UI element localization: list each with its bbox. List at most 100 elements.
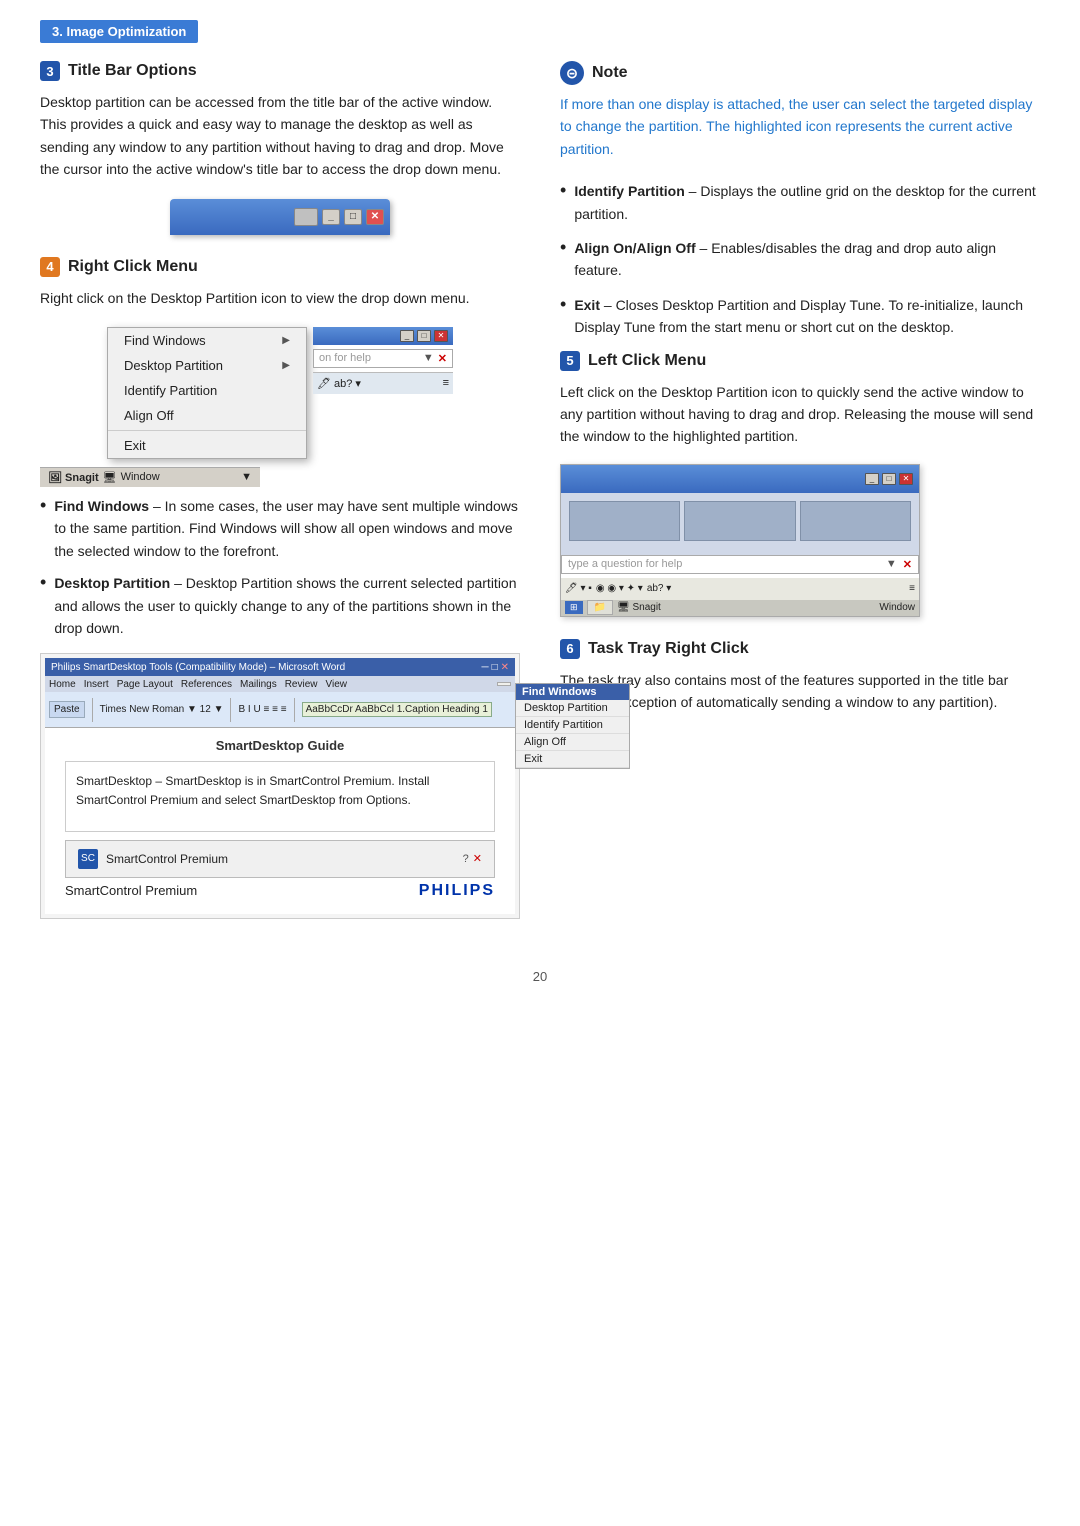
section-4-body: Right click on the Desktop Partition ico…: [40, 287, 520, 309]
section-title-5: Left Click Menu: [588, 352, 706, 370]
lc-taskbar: ⊞ 📁 🖥 Snagit Window: [561, 600, 919, 616]
tab-home[interactable]: Home: [49, 679, 76, 690]
section-num-3: 3: [40, 61, 60, 81]
section-title-6: Task Tray Right Click: [588, 640, 749, 658]
section-num-5: 5: [560, 351, 580, 371]
minimize-button[interactable]: _: [322, 209, 340, 225]
dropdown-identify[interactable]: Identify Partition: [516, 717, 629, 734]
note-bullet-identify: Identify Partition – Displays the outlin…: [560, 180, 1040, 225]
cls-icon[interactable]: ✕: [501, 662, 509, 673]
brand-row: SmartControl Premium PHILIPS: [65, 878, 495, 904]
note-title: ⊝ Note: [560, 61, 1040, 85]
tab-mailings[interactable]: Mailings: [240, 679, 277, 690]
lc-close[interactable]: ✕: [899, 473, 913, 485]
bullet-desktop-partition: Desktop Partition – Desktop Partition sh…: [40, 572, 520, 639]
left-click-preview: _ □ ✕ type a question for h: [560, 464, 1040, 617]
mini-close[interactable]: ✕: [434, 330, 448, 342]
menu-item-find-windows[interactable]: Find Windows ▶: [108, 328, 306, 353]
note-bullet-exit: Exit – Closes Desktop Partition and Disp…: [560, 294, 1040, 339]
lc-search-text: type a question for help: [568, 558, 880, 570]
toolbar-scroll-right: ≡: [909, 583, 915, 594]
smartcontrol-brand: SmartControl Premium: [65, 883, 197, 898]
find-windows-dropdown: Find Windows Desktop Partition Identify …: [515, 683, 630, 769]
smartcontrol-banner: SC SmartControl Premium ? ✕: [65, 840, 495, 878]
max-icon[interactable]: □: [492, 662, 498, 673]
toolbar-icons-left: 🖊 ▾ ▪: [565, 583, 592, 594]
smartdesktop-content: SmartDesktop – SmartDesktop is in SmartC…: [65, 761, 495, 831]
menu-item-identify-partition[interactable]: Identify Partition: [108, 378, 306, 403]
tab-references[interactable]: References: [181, 679, 232, 690]
lc-body: [561, 493, 919, 555]
note-box: ⊝ Note If more than one display is attac…: [560, 61, 1040, 160]
toolbar-scroll: ≡: [443, 377, 449, 389]
window-icon: [294, 208, 318, 226]
lc-panel-1: [569, 501, 680, 541]
note-text: If more than one display is attached, th…: [560, 93, 1040, 160]
note-icon: ⊝: [560, 61, 584, 85]
toolbar-icons-right: ab? ▾: [647, 583, 671, 594]
lc-window-frame: _ □ ✕ type a question for h: [560, 464, 920, 617]
app-title: Philips SmartDesktop Tools (Compatibilit…: [51, 662, 345, 673]
search-text: on for help: [319, 352, 419, 364]
titlebar-illustration: _ □ ✕: [40, 199, 520, 235]
section-right-click: 4 Right Click Menu Right click on the De…: [40, 257, 520, 459]
note-bullets: Identify Partition – Displays the outlin…: [560, 180, 1040, 338]
section-num-4: 4: [40, 257, 60, 277]
mini-minimize[interactable]: _: [400, 330, 414, 342]
taskbar-start[interactable]: ⊞: [565, 601, 583, 614]
context-menu-illustration: Find Windows ▶ Desktop Partition ▶ Ident…: [40, 327, 520, 459]
dropdown-align[interactable]: Align Off: [516, 734, 629, 751]
banner-close[interactable]: ✕: [473, 852, 482, 865]
min-icon[interactable]: ─: [481, 662, 488, 673]
section-task-tray: 6 Task Tray Right Click The task tray al…: [560, 639, 1040, 714]
dropdown-exit[interactable]: Exit: [516, 751, 629, 768]
mini-maximize[interactable]: □: [417, 330, 431, 342]
section-3-body: Desktop partition can be accessed from t…: [40, 91, 520, 181]
toolbar-icons: 🖊 ab? ▾: [317, 377, 361, 390]
page-footer: 20: [40, 969, 1040, 984]
section-5-body: Left click on the Desktop Partition icon…: [560, 381, 1040, 448]
lc-minimize[interactable]: _: [865, 473, 879, 485]
snagit-label: 🖼 Snagit: [48, 471, 99, 484]
philips-label: PHILIPS: [419, 882, 495, 900]
page-tag: 3. Image Optimization: [40, 20, 198, 43]
menu-item-desktop-partition[interactable]: Desktop Partition ▶: [108, 353, 306, 378]
left-bullets: Find Windows – In some cases, the user m…: [40, 495, 520, 639]
tab-review[interactable]: Review: [285, 679, 318, 690]
lc-panel-2: [684, 501, 795, 541]
section-6-body: The task tray also contains most of the …: [560, 669, 1040, 714]
bullet-find-windows: Find Windows – In some cases, the user m…: [40, 495, 520, 562]
taskbar-item-1[interactable]: 📁: [587, 600, 613, 615]
section-title-3: Title Bar Options: [68, 62, 197, 80]
menu-item-align-off[interactable]: Align Off: [108, 403, 306, 428]
dropdown-title: Find Windows: [516, 684, 629, 700]
taskbar-item-2: 🖥 Snagit: [617, 602, 661, 613]
ribbon-paste[interactable]: Paste: [49, 701, 85, 718]
dropdown-desktop-partition[interactable]: Desktop Partition: [516, 700, 629, 717]
taskbar-icon: 🖥: [103, 471, 117, 484]
taskbar-time: Window: [879, 602, 915, 613]
tab-page-layout[interactable]: Page Layout: [117, 679, 173, 690]
lc-search-arrow[interactable]: ▼: [886, 558, 897, 570]
ribbon-format-btns: B I U ≡ ≡ ≡: [238, 704, 286, 715]
arrow-icon: ▶: [282, 360, 290, 371]
lc-maximize[interactable]: □: [882, 473, 896, 485]
toolbar-icons-mid: ◉ ◉ ▾ ✦ ▾: [596, 583, 643, 594]
tab-insert[interactable]: Insert: [84, 679, 109, 690]
maximize-button[interactable]: □: [344, 209, 362, 225]
lc-panel-3: [800, 501, 911, 541]
smartcontrol-label: SmartControl Premium: [106, 852, 228, 866]
menu-separator: [108, 430, 306, 431]
lc-search-close[interactable]: ✕: [903, 558, 912, 571]
section-title-bar: 3 Title Bar Options Desktop partition ca…: [40, 61, 520, 235]
menu-item-exit[interactable]: Exit: [108, 433, 306, 458]
note-bullet-align: Align On/Align Off – Enables/disables th…: [560, 237, 1040, 282]
ribbon-font-controls: Times New Roman ▼ 12 ▼: [100, 704, 224, 715]
lc-toolbar: 🖊 ▾ ▪ ◉ ◉ ▾ ✦ ▾ ab? ▾ ≡: [561, 578, 919, 600]
section-num-6: 6: [560, 639, 580, 659]
tab-view[interactable]: View: [326, 679, 348, 690]
doc-title: SmartDesktop Guide: [65, 738, 495, 753]
close-button[interactable]: ✕: [366, 209, 384, 225]
smartdesktop-screenshot: Philips SmartDesktop Tools (Compatibilit…: [40, 653, 520, 918]
context-menu: Find Windows ▶ Desktop Partition ▶ Ident…: [107, 327, 307, 459]
